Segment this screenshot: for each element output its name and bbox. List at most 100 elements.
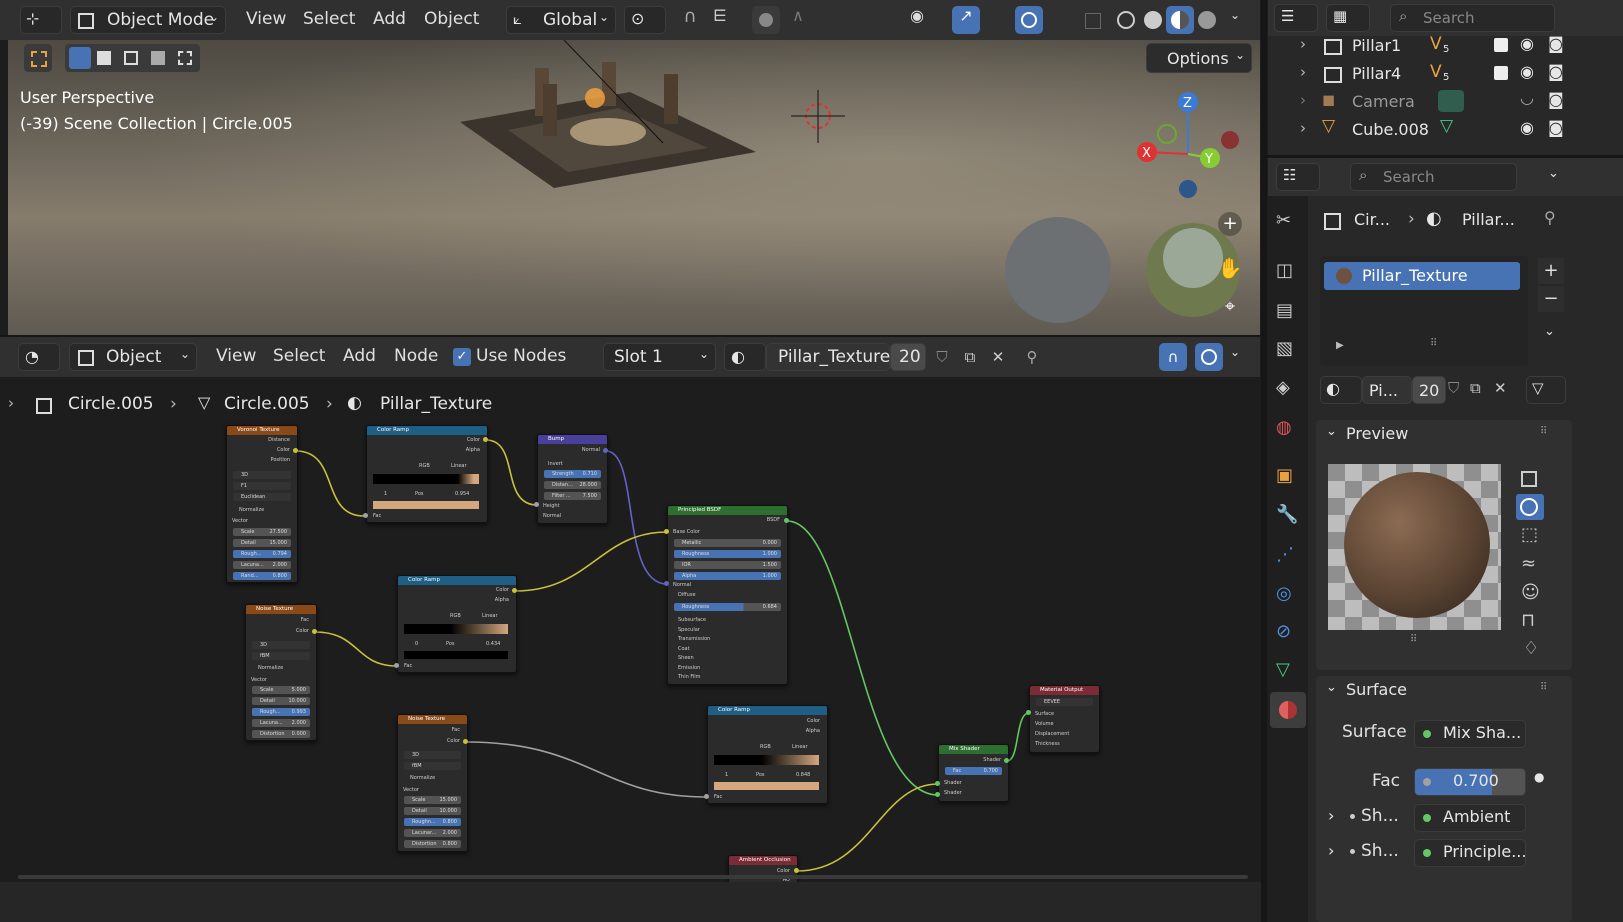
snap-toggle-icon[interactable]: ∩ bbox=[676, 6, 704, 34]
chevron-down-icon[interactable]: ⌄ bbox=[1544, 324, 1555, 339]
ramp-pos[interactable]: 0.848 bbox=[796, 772, 810, 778]
ramp-pos[interactable]: 0.954 bbox=[455, 491, 469, 497]
area-divider-horizontal[interactable] bbox=[1267, 155, 1623, 158]
ramp-gradient[interactable] bbox=[404, 624, 508, 634]
viewport-area[interactable]: User Perspective (-39) Scene Collection … bbox=[8, 40, 1260, 335]
field-row[interactable]: Rough... 0.794 bbox=[233, 550, 291, 558]
noise-texture-node-2[interactable]: Noise Texture Fac Color 3D fBM Normalize… bbox=[397, 714, 468, 852]
voronoi-texture-node[interactable]: Voronoi Texture Distance Color Position … bbox=[226, 425, 298, 583]
socket[interactable] bbox=[534, 502, 539, 507]
preview-type-hair-icon[interactable]: ≈ bbox=[1521, 553, 1536, 574]
add-slot-button[interactable]: + bbox=[1538, 258, 1564, 284]
socket[interactable] bbox=[1004, 758, 1009, 763]
link-type-dropdown[interactable]: ▽ bbox=[1526, 376, 1566, 404]
principled-bsdf-node[interactable]: Principled BSDF BSDF Base Color Metallic… bbox=[667, 505, 788, 685]
select-subtract-icon[interactable] bbox=[124, 51, 138, 65]
ramp-mode[interactable]: RGB bbox=[419, 463, 430, 469]
mode-dropdown[interactable]: Object Mode ⌄ bbox=[70, 6, 226, 34]
field-row[interactable]: Rand... 0.800 bbox=[233, 572, 291, 580]
socket[interactable] bbox=[935, 792, 940, 797]
chevron-right-icon[interactable]: › bbox=[1328, 841, 1334, 860]
socket[interactable] bbox=[312, 629, 317, 634]
field-row[interactable]: Detail 10.000 bbox=[404, 807, 461, 815]
field-row[interactable]: Lacuna... 2.000 bbox=[252, 719, 310, 727]
eye-icon[interactable]: ◉ bbox=[1520, 62, 1534, 81]
chevron-right-icon[interactable]: › bbox=[1300, 119, 1306, 137]
node-editor-type-dropdown[interactable]: ◔ bbox=[18, 343, 60, 371]
options-dropdown[interactable]: Options ⌄ bbox=[1146, 43, 1252, 73]
field-row[interactable]: Lacunar... 2.000 bbox=[404, 829, 461, 837]
tab-particles-icon[interactable]: ⋰ bbox=[1276, 544, 1294, 565]
socket[interactable] bbox=[784, 518, 789, 523]
field-row[interactable]: Metallic 0.000 bbox=[674, 539, 781, 547]
drag-handle-icon[interactable]: ⠿ bbox=[1540, 426, 1547, 437]
dims-select[interactable]: 3D bbox=[252, 641, 310, 649]
material-name-field[interactable]: Pi... bbox=[1362, 376, 1412, 404]
field-row[interactable]: Strength 0.710 bbox=[544, 470, 601, 478]
ramp-interp[interactable]: Linear bbox=[451, 463, 467, 469]
outliner-row[interactable]: › Pillar4 V 5 ◉ ◙ bbox=[1300, 60, 1620, 88]
render-target-select[interactable]: EEVEE bbox=[1036, 698, 1093, 706]
chevron-down-icon[interactable]: ⌄ bbox=[1230, 345, 1240, 359]
material-slot-list[interactable]: Pillar_Texture ▶ ⠿ bbox=[1320, 256, 1528, 366]
snap-node-icon[interactable]: ∩ bbox=[1159, 343, 1187, 371]
ramp-interp[interactable]: Linear bbox=[482, 613, 498, 619]
browse-material-button[interactable]: ◐ bbox=[724, 343, 766, 371]
snap-target-icon[interactable]: ⋿ bbox=[706, 6, 734, 34]
field-row[interactable]: Detail 10.000 bbox=[252, 697, 310, 705]
ramp-color-swatch[interactable] bbox=[373, 501, 479, 509]
feature-select[interactable]: F1 bbox=[233, 482, 291, 490]
remove-slot-button[interactable]: − bbox=[1538, 286, 1564, 312]
render-camera-icon[interactable]: ◙ bbox=[1548, 62, 1564, 81]
socket[interactable] bbox=[394, 663, 399, 668]
noise-type-select[interactable]: fBM bbox=[404, 762, 461, 770]
preview-type-sphere-icon[interactable] bbox=[1516, 494, 1544, 520]
socket[interactable] bbox=[664, 529, 669, 534]
field-row[interactable]: Rough... 0.993 bbox=[252, 708, 310, 716]
color-ramp-node-1[interactable]: Color Ramp Color Alpha RGB Linear 1 Pos … bbox=[366, 425, 488, 523]
preview-type-fluid-icon[interactable]: ♢ bbox=[1523, 638, 1539, 659]
socket[interactable] bbox=[664, 581, 669, 586]
unlink-material-icon[interactable]: ✕ bbox=[984, 343, 1012, 371]
tab-scene-icon[interactable]: ◈ bbox=[1276, 377, 1290, 398]
field-row[interactable]: Distortion 0.800 bbox=[404, 840, 461, 848]
ramp-pos[interactable]: 0.434 bbox=[486, 641, 500, 647]
socket[interactable] bbox=[603, 448, 608, 453]
ramp-color-swatch[interactable] bbox=[404, 651, 508, 659]
ramp-gradient[interactable] bbox=[373, 474, 479, 484]
checkbox-icon[interactable] bbox=[1494, 38, 1508, 52]
render-camera-icon[interactable]: ◙ bbox=[1548, 90, 1564, 109]
tab-output-icon[interactable]: ▤ bbox=[1276, 300, 1293, 321]
overlays-toggle-icon[interactable] bbox=[1015, 6, 1043, 34]
color-ramp-node-3[interactable]: Color Ramp Color Alpha RGB Linear 1 Pos … bbox=[707, 705, 828, 804]
tab-constraints-icon[interactable]: ⊘ bbox=[1276, 621, 1291, 642]
select-mode-group[interactable] bbox=[65, 44, 200, 72]
fac-slider[interactable]: 0.700 bbox=[1414, 768, 1526, 796]
mix-shader-node[interactable]: Mix Shader Shader Fac 0.700 Shader Shade… bbox=[938, 744, 1009, 802]
field-row[interactable]: Alpha 1.000 bbox=[674, 572, 781, 580]
section-emission[interactable]: Emission bbox=[678, 665, 700, 671]
tab-data-icon[interactable]: ▽ bbox=[1276, 659, 1290, 680]
section-coat[interactable]: Coat bbox=[678, 646, 690, 652]
outliner-row[interactable]: › ▽ Cube.008 ▽ ◉ ◙ bbox=[1300, 116, 1620, 144]
area-divider-vertical[interactable] bbox=[1261, 0, 1267, 922]
section-sheen[interactable]: Sheen bbox=[678, 655, 694, 661]
noise-texture-node-1[interactable]: Noise Texture Fac Color 3D fBM Normalize… bbox=[245, 604, 317, 741]
wireframe-shading-icon[interactable] bbox=[1112, 6, 1140, 34]
chevron-right-icon[interactable]: › bbox=[1300, 63, 1306, 81]
play-triangle-icon[interactable]: ▶ bbox=[1336, 340, 1344, 351]
pin-icon[interactable]: ⚲ bbox=[1544, 208, 1556, 227]
area-divider-horizontal[interactable] bbox=[0, 335, 1261, 337]
scene-objects[interactable] bbox=[8, 40, 1260, 335]
select-new-icon[interactable] bbox=[69, 47, 91, 69]
chevron-down-icon[interactable]: ⌄ bbox=[1326, 680, 1337, 695]
normalize-checkbox[interactable]: Normalize bbox=[410, 775, 435, 781]
field-row[interactable]: Detail 15.000 bbox=[233, 539, 291, 547]
preview-type-flat-icon[interactable] bbox=[1516, 466, 1544, 492]
tab-material-icon[interactable] bbox=[1270, 692, 1306, 728]
preview-type-cube-icon[interactable]: ⬚ bbox=[1521, 524, 1538, 545]
drag-handle-icon[interactable]: ⠿ bbox=[1410, 634, 1417, 645]
material-users-field[interactable]: 20 bbox=[1412, 376, 1446, 404]
display-mode-dropdown[interactable]: ▦ bbox=[1326, 4, 1370, 32]
socket[interactable] bbox=[704, 794, 709, 799]
